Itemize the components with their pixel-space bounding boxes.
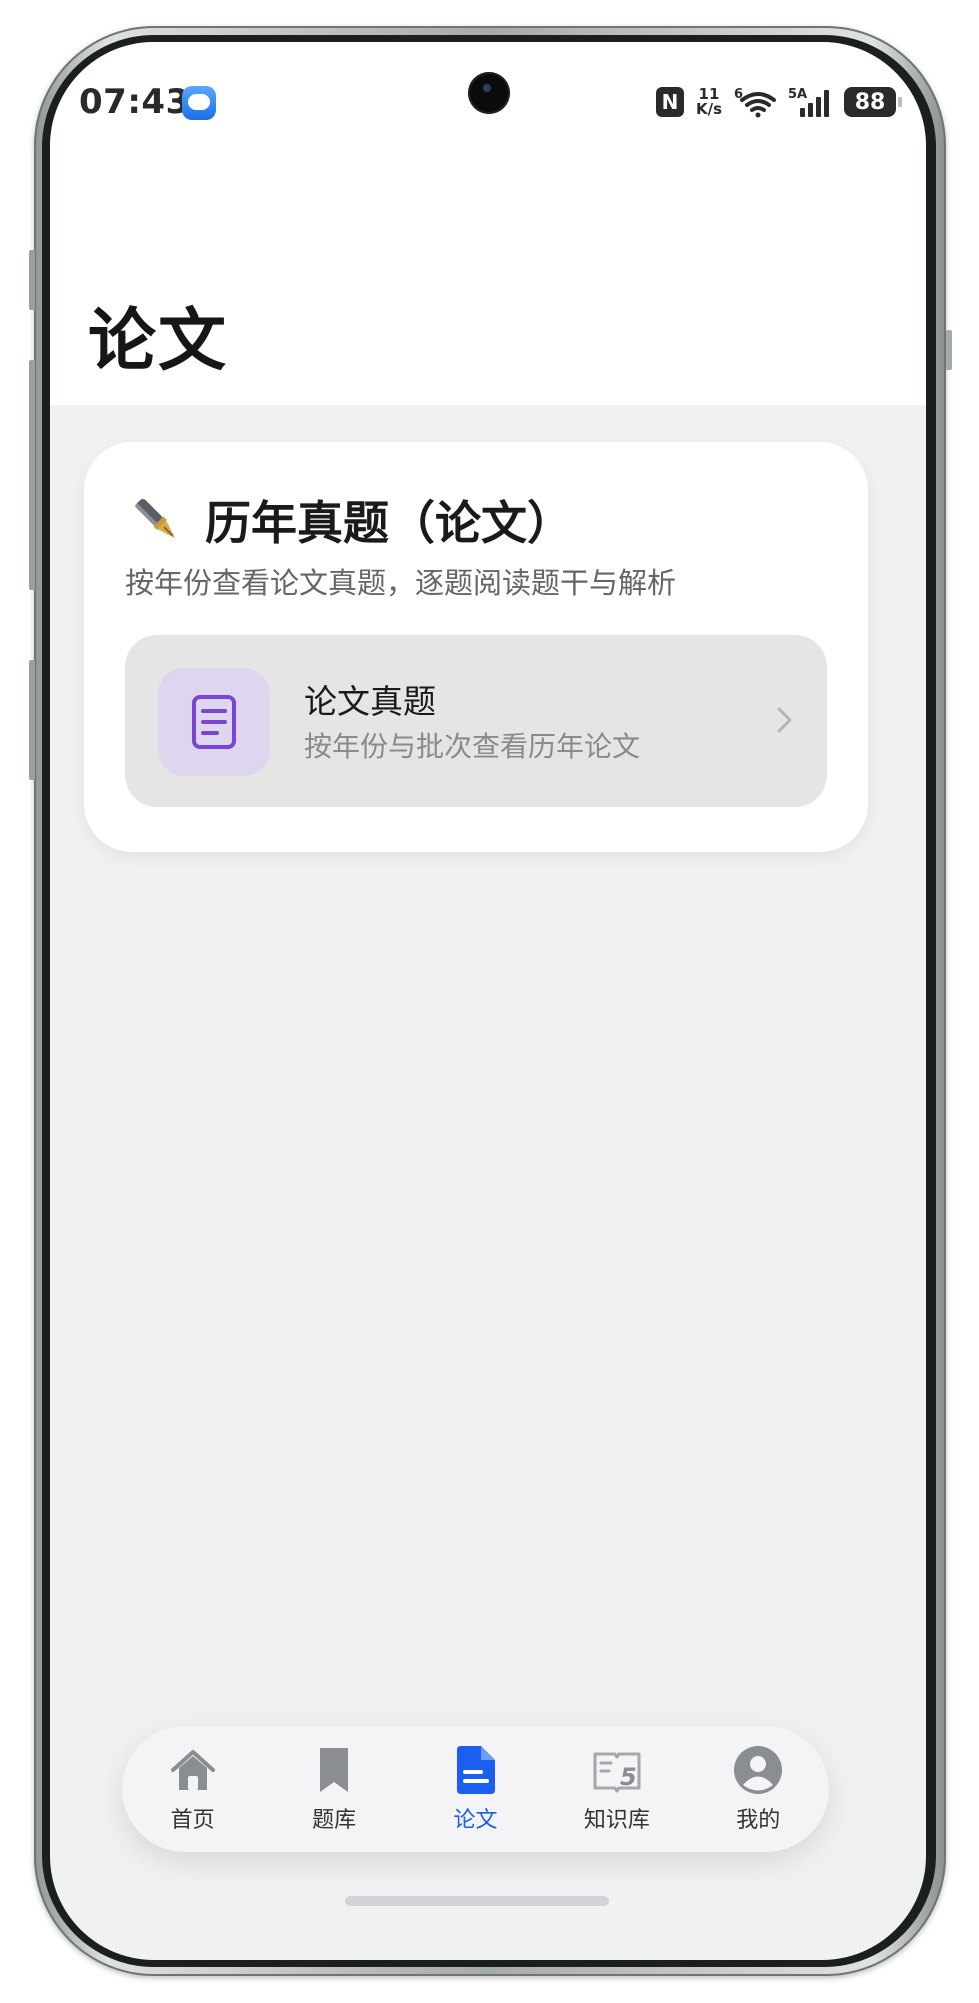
tab-knowledge-base[interactable]: 5 知识库 xyxy=(557,1744,677,1834)
chevron-right-icon xyxy=(777,707,792,733)
message-icon xyxy=(182,86,216,120)
battery-icon: 88 xyxy=(844,87,902,117)
home-indicator[interactable] xyxy=(345,1896,609,1906)
tab-essay[interactable]: 论文 xyxy=(415,1744,535,1834)
tab-label-essay: 论文 xyxy=(453,1808,498,1833)
signal-label: 5A xyxy=(788,87,807,102)
document-icon xyxy=(192,695,236,749)
status-icons: N 11 K/s 6 5A 88 xyxy=(655,82,902,122)
home-icon xyxy=(170,1750,215,1790)
fountain-pen-icon xyxy=(135,499,176,539)
volume-down-button xyxy=(29,360,35,590)
tab-label-question-bank: 题库 xyxy=(312,1808,357,1833)
tab-home[interactable]: 首页 xyxy=(133,1744,253,1834)
card-header: 历年真题（论文） xyxy=(129,487,573,553)
entry-description: 按年份与批次查看历年论文 xyxy=(304,730,641,763)
side-key xyxy=(946,330,952,370)
book-icon: 5 xyxy=(593,1752,641,1793)
essay-exams-entry[interactable]: 论文真题 按年份与批次查看历年论文 xyxy=(125,635,827,807)
tab-question-bank[interactable]: 题库 xyxy=(274,1744,394,1834)
page-title: 论文 xyxy=(88,302,229,381)
tab-label-home: 首页 xyxy=(170,1808,215,1833)
signal-icon: 5A xyxy=(788,87,829,117)
svg-text:5: 5 xyxy=(620,1763,637,1791)
card-subtitle: 按年份查看论文真题，逐题阅读题干与解析 xyxy=(125,566,677,600)
volume-up-button xyxy=(29,250,35,310)
bookmark-icon xyxy=(320,1748,349,1792)
tab-profile[interactable]: 我的 xyxy=(698,1744,818,1834)
document-icon xyxy=(457,1746,496,1794)
entry-icon-box xyxy=(158,668,270,776)
entry-title: 论文真题 xyxy=(304,682,436,721)
wifi-icon: 6 xyxy=(734,87,776,118)
tab-label-profile: 我的 xyxy=(736,1808,781,1833)
past-exams-card: 历年真题（论文） 按年份查看论文真题，逐题阅读题干与解析 论文真题 按年份与批次… xyxy=(84,442,868,852)
tab-label-knowledge-base: 知识库 xyxy=(583,1808,650,1833)
network-speed: 11 K/s xyxy=(696,87,722,117)
screen: 07:43 N 11 K/s 6 5A 88 论文 历年真题（论文） 按年份查看… xyxy=(50,42,926,1960)
status-time: 07:43 xyxy=(79,82,190,122)
nfc-icon: N xyxy=(655,87,684,117)
user-icon xyxy=(734,1746,783,1794)
bottom-tab-bar: 首页 题库 论文 5 知识库 我的 xyxy=(122,1726,829,1852)
power-button xyxy=(29,660,35,780)
card-title: 历年真题（论文） xyxy=(205,496,573,550)
speed-unit: K/s xyxy=(695,100,722,118)
front-camera xyxy=(468,72,510,114)
